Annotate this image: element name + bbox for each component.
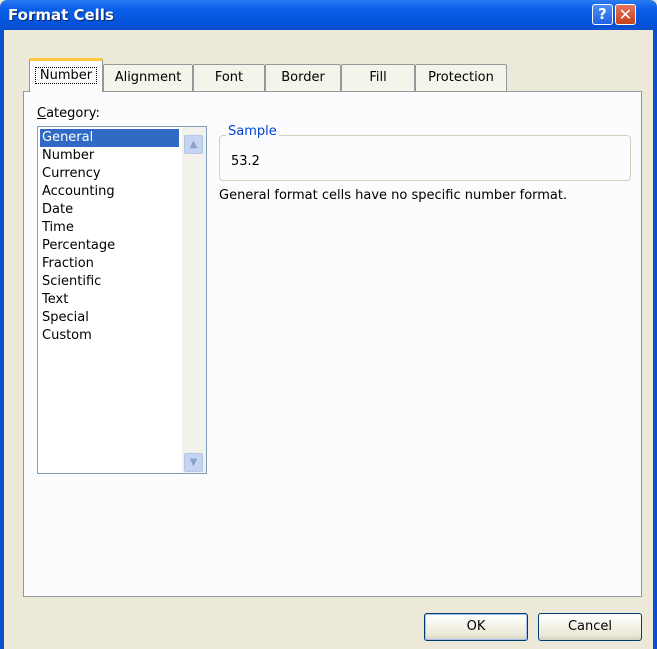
category-item-text[interactable]: Text <box>40 291 179 309</box>
close-icon: ✕ <box>618 5 633 24</box>
tab-protection-label: Protection <box>428 70 494 85</box>
category-item-time[interactable]: Time <box>40 219 179 237</box>
format-cells-dialog: Format Cells ? ✕ Number Alignment Font B… <box>0 0 657 649</box>
help-button[interactable]: ? <box>592 4 613 25</box>
category-item-fraction[interactable]: Fraction <box>40 255 179 273</box>
window-border-left <box>0 30 4 649</box>
tab-alignment[interactable]: Alignment <box>103 64 193 91</box>
tab-number[interactable]: Number <box>29 58 103 92</box>
format-description: General format cells have no specific nu… <box>219 188 568 203</box>
ok-button[interactable]: OK <box>424 613 528 641</box>
tab-border-label: Border <box>281 70 325 85</box>
help-icon: ? <box>598 5 607 23</box>
category-item-percentage[interactable]: Percentage <box>40 237 179 255</box>
category-item-special[interactable]: Special <box>40 309 179 327</box>
chevron-down-icon: ▼ <box>189 457 198 468</box>
tab-font-label: Font <box>214 70 244 85</box>
sample-group-title: Sample <box>226 124 279 139</box>
tab-alignment-label: Alignment <box>114 70 182 85</box>
dialog-title: Format Cells <box>8 6 114 24</box>
sample-value: 53.2 <box>231 154 260 169</box>
category-item-accounting[interactable]: Accounting <box>40 183 179 201</box>
category-item-number[interactable]: Number <box>40 147 179 165</box>
title-bar[interactable]: Format Cells ? ✕ <box>0 0 657 30</box>
close-button[interactable]: ✕ <box>615 4 636 25</box>
category-listbox[interactable]: General Number Currency Accounting Date … <box>37 126 207 474</box>
tab-fill[interactable]: Fill <box>341 64 415 91</box>
chevron-up-icon: ▲ <box>189 139 198 150</box>
tab-fill-label: Fill <box>369 70 387 85</box>
category-item-date[interactable]: Date <box>40 201 179 219</box>
tab-protection[interactable]: Protection <box>415 64 507 91</box>
category-item-currency[interactable]: Currency <box>40 165 179 183</box>
window-border-right <box>653 30 657 649</box>
tab-number-label: Number <box>34 67 98 84</box>
cancel-button[interactable]: Cancel <box>538 613 642 641</box>
category-scrollbar[interactable]: ▲ ▼ <box>182 127 206 473</box>
category-item-scientific[interactable]: Scientific <box>40 273 179 291</box>
tab-font[interactable]: Font <box>193 64 265 91</box>
scroll-down-button[interactable]: ▼ <box>184 453 203 472</box>
tab-border[interactable]: Border <box>265 64 341 91</box>
sample-group <box>219 135 631 181</box>
category-label: Category: <box>37 106 100 121</box>
category-item-general[interactable]: General <box>40 129 179 147</box>
category-item-custom[interactable]: Custom <box>40 327 179 345</box>
scroll-up-button[interactable]: ▲ <box>184 135 203 154</box>
